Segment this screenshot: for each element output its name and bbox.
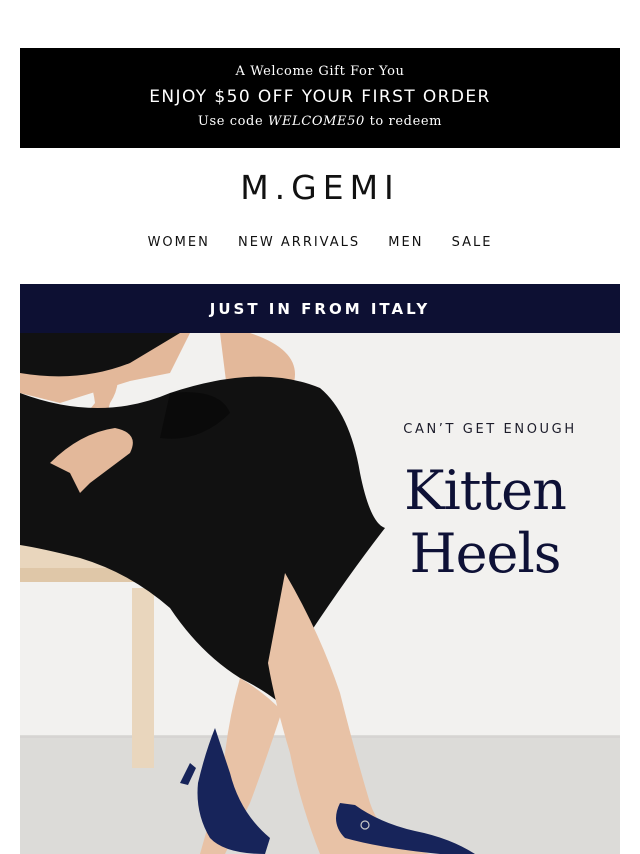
- hero-headline-line1: Kitten: [404, 459, 567, 522]
- promo-offer: ENJOY $50 OFF YOUR FIRST ORDER: [149, 87, 491, 107]
- main-nav: WOMEN NEW ARRIVALS MEN SALE: [0, 235, 640, 250]
- hero-bar-text: JUST IN FROM ITALY: [209, 300, 431, 318]
- nav-item-sale[interactable]: SALE: [452, 235, 493, 250]
- hero-image[interactable]: CAN’T GET ENOUGH Kitten Heels: [20, 333, 620, 854]
- nav-item-women[interactable]: WOMEN: [148, 235, 210, 250]
- promo-title: A Welcome Gift For You: [235, 64, 405, 79]
- hero-kicker: CAN’T GET ENOUGH: [403, 422, 577, 437]
- promo-code-suffix: to redeem: [364, 114, 443, 129]
- hero-photo-illustration: [20, 333, 620, 854]
- nav-item-new-arrivals[interactable]: NEW ARRIVALS: [238, 235, 360, 250]
- hero-announcement-bar[interactable]: JUST IN FROM ITALY: [20, 284, 620, 333]
- hero-headline: Kitten Heels: [370, 459, 600, 585]
- welcome-promo-banner[interactable]: A Welcome Gift For You ENJOY $50 OFF YOU…: [20, 48, 620, 148]
- brand-logo[interactable]: M.GEMI: [0, 168, 640, 207]
- hero-headline-line2: Heels: [409, 522, 562, 585]
- promo-code: WELCOME50: [268, 114, 365, 129]
- promo-code-line: Use code WELCOME50 to redeem: [20, 114, 620, 129]
- promo-code-prefix: Use code: [197, 114, 268, 129]
- nav-item-men[interactable]: MEN: [388, 235, 423, 250]
